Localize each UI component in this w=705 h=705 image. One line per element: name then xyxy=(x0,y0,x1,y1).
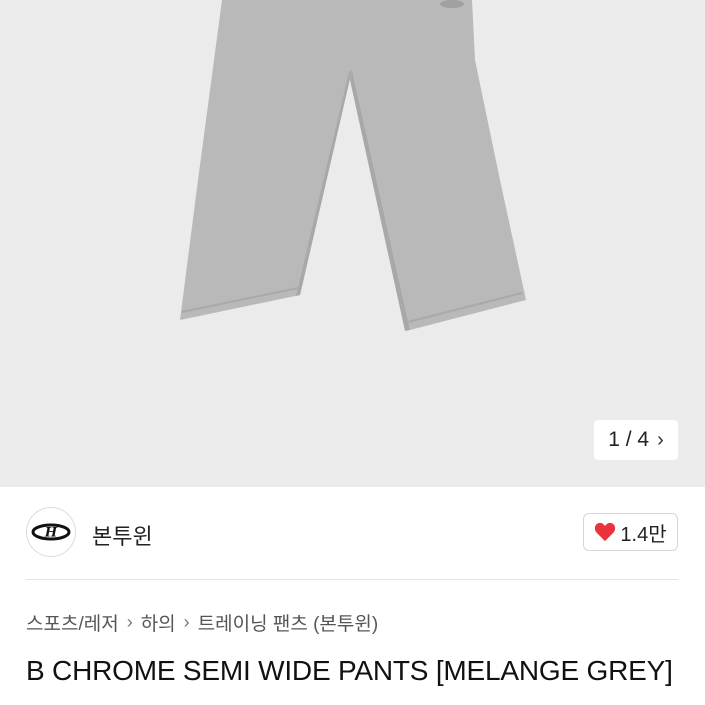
product-title: B CHROME SEMI WIDE PANTS [MELANGE GREY] xyxy=(26,655,673,686)
breadcrumb-item-bottoms[interactable]: 하의 xyxy=(141,609,176,636)
chevron-right-icon: › xyxy=(126,612,133,632)
image-pager[interactable]: 1 / 4 › xyxy=(594,420,678,460)
chevron-right-icon: › xyxy=(183,612,190,632)
divider xyxy=(26,579,678,580)
product-image-gallery[interactable]: 1 / 4 › xyxy=(0,0,705,487)
like-button[interactable]: 1.4만 xyxy=(583,513,678,551)
pager-text: 1 / 4 xyxy=(608,428,650,451)
breadcrumb: 스포츠/레저 › 하의 › 트레이닝 팬츠 (본투윈) xyxy=(26,609,378,636)
breadcrumb-item-sports[interactable]: 스포츠/레저 xyxy=(26,609,119,636)
chevron-right-icon[interactable]: › xyxy=(657,429,664,452)
heart-icon xyxy=(595,522,616,542)
product-photo xyxy=(180,0,526,331)
svg-text:H: H xyxy=(44,526,58,541)
like-count: 1.4만 xyxy=(620,523,667,546)
brand-logo-icon[interactable]: H xyxy=(26,507,76,557)
breadcrumb-item-training-pants[interactable]: 트레이닝 팬츠 (본투윈) xyxy=(198,609,379,636)
seller-row[interactable]: H 본투윈 1.4만 xyxy=(26,507,678,559)
seller-name[interactable]: 본투윈 xyxy=(92,519,153,551)
